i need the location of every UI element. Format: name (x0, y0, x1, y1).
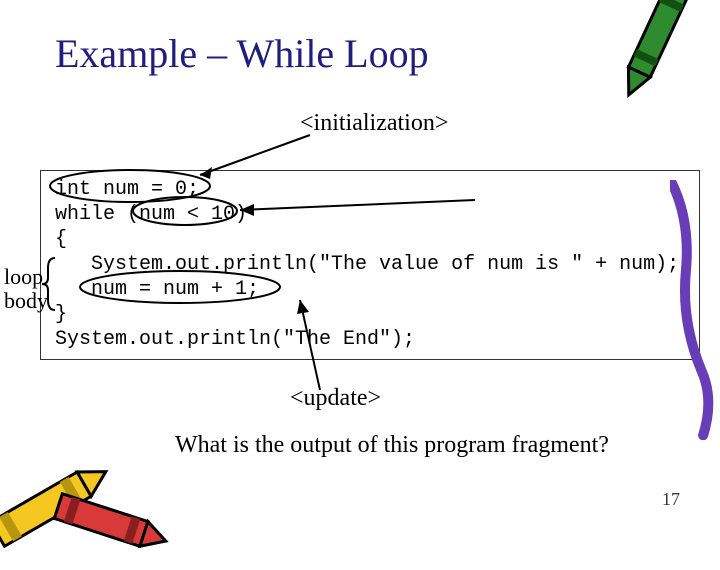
code-line-6: } (55, 303, 67, 326)
code-line-4: System.out.println("The value of num is … (55, 253, 679, 276)
code-line-1: int num = 0; (55, 178, 199, 201)
slide: Example – While Loop <initialization> <t… (0, 0, 720, 540)
label-initialization: <initialization> (300, 110, 448, 137)
label-update: <update> (290, 385, 381, 412)
crayon-purple-right (670, 180, 720, 440)
code-line-5: num = num + 1; (55, 278, 259, 301)
label-loop-body-line1: loop (4, 264, 43, 289)
crayon-red-bottom (50, 480, 170, 570)
crayon-green-top (612, 0, 692, 105)
code-line-2: while (num < 10) (55, 203, 247, 226)
code-box: int num = 0; while (num < 10) { System.o… (40, 170, 700, 360)
code-line-3: { (55, 228, 67, 251)
arrow-initialization (200, 135, 310, 175)
question-text: What is the output of this program fragm… (175, 432, 609, 459)
code-line-7: System.out.println("The End"); (55, 328, 415, 351)
page-number: 17 (662, 489, 680, 510)
label-loop-body-line2: body (4, 288, 48, 313)
slide-title: Example – While Loop (55, 30, 429, 77)
label-loop-body: loop body (4, 265, 48, 313)
